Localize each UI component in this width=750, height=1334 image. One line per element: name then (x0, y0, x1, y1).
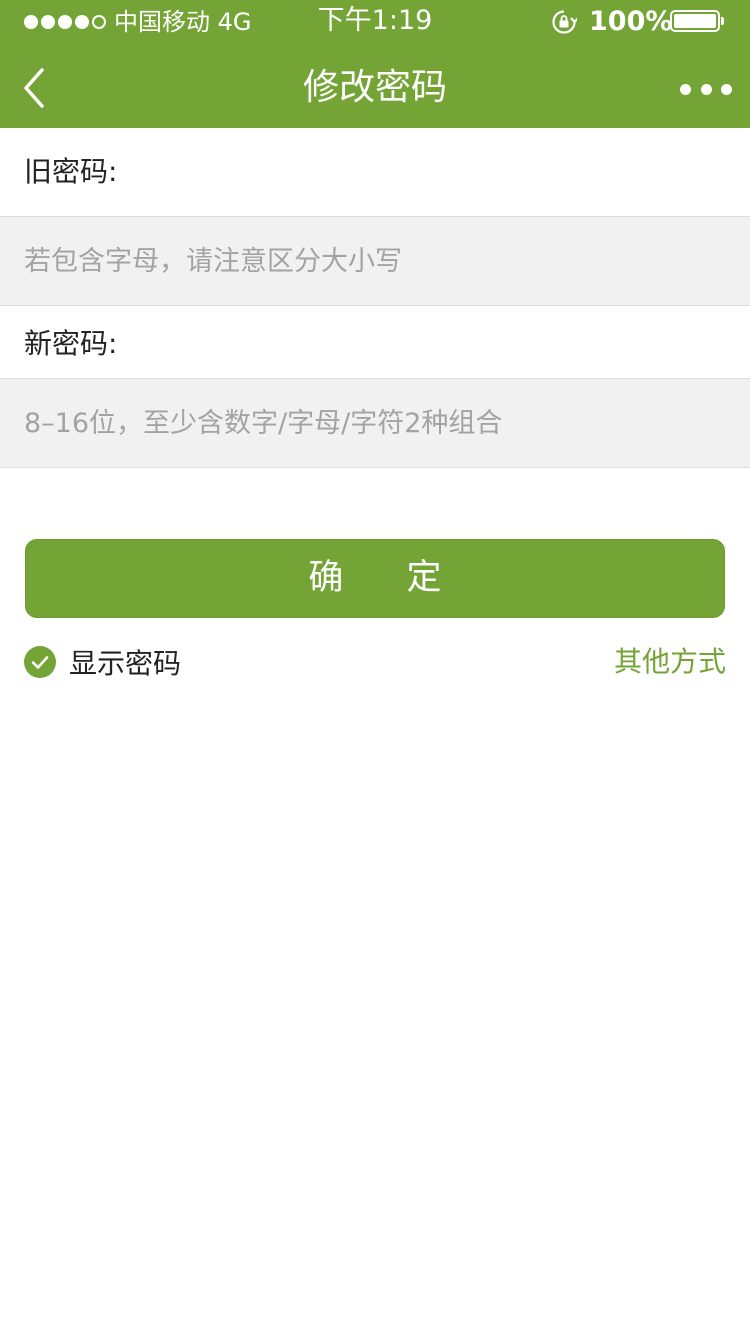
more-button[interactable] (680, 74, 732, 104)
rotation-lock-icon (552, 10, 577, 34)
battery-icon (670, 10, 724, 32)
old-password-label-row: 旧密码: (0, 128, 750, 216)
show-password-toggle[interactable]: 显示密码 (24, 645, 182, 680)
checkmark-circle-icon (24, 646, 56, 678)
show-password-label: 显示密码 (69, 647, 182, 680)
new-password-label-row: 新密码: (0, 306, 750, 378)
old-password-input-row (0, 216, 750, 306)
more-dot (700, 83, 712, 95)
status-bar: 中国移动 4G 下午1:19 100% (0, 0, 750, 44)
new-password-input[interactable] (24, 379, 724, 467)
confirm-button[interactable]: 确 定 (25, 539, 725, 618)
old-password-input[interactable] (24, 217, 724, 305)
new-password-input-row (0, 378, 750, 468)
more-dot (680, 83, 691, 95)
more-dot (721, 83, 732, 95)
page-title: 修改密码 (302, 67, 447, 108)
top-bar: 中国移动 4G 下午1:19 100% 修改密码 (0, 0, 750, 128)
other-method-link[interactable]: 其他方式 (614, 644, 726, 680)
new-password-label: 新密码: (24, 327, 118, 360)
old-password-label: 旧密码: (24, 155, 118, 188)
battery-percentage: 100% (589, 6, 673, 37)
